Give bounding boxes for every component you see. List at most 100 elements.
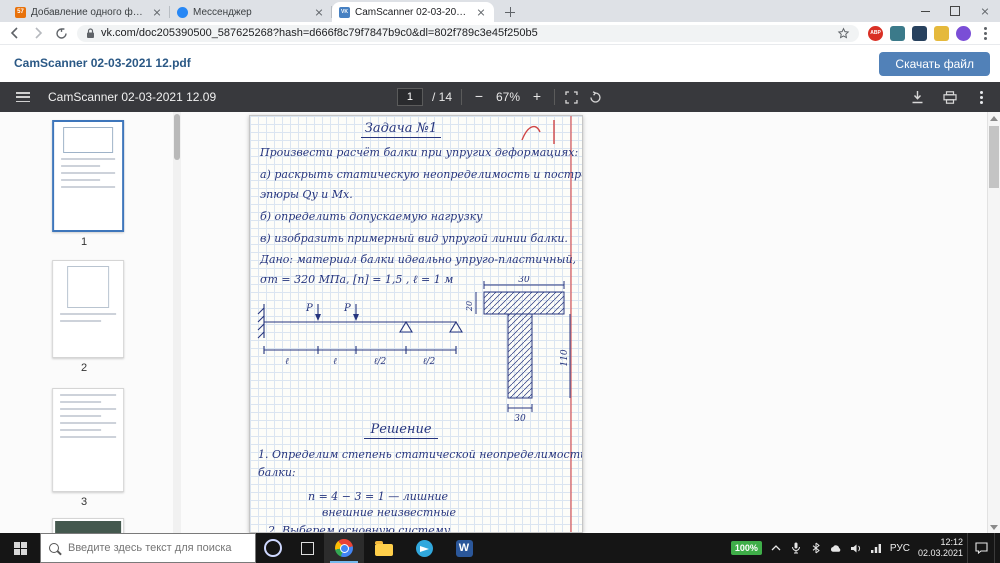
scroll-down-icon[interactable] bbox=[988, 521, 1000, 533]
language-indicator[interactable]: РУС bbox=[890, 543, 910, 554]
thumbnail-number: 2 bbox=[0, 362, 168, 374]
window-minimize-button[interactable] bbox=[910, 0, 940, 22]
cortana-icon bbox=[264, 539, 282, 557]
volume-icon[interactable] bbox=[850, 542, 862, 554]
svg-text:P: P bbox=[343, 303, 351, 314]
hand-line: Произвести расчёт балки при упругих дефо… bbox=[260, 146, 578, 159]
screen: 57 Добавление одного файла » С… Мессендж… bbox=[0, 0, 1000, 563]
tab1-close-icon[interactable] bbox=[151, 6, 163, 18]
taskbar-explorer[interactable] bbox=[364, 533, 404, 563]
browser-menu-icon[interactable] bbox=[978, 26, 992, 40]
svg-text:20: 20 bbox=[465, 301, 474, 312]
taskbar-telegram[interactable] bbox=[404, 533, 444, 563]
pdf-title: CamScanner 02-03-2021 12.09 bbox=[48, 90, 216, 104]
forward-icon[interactable] bbox=[31, 26, 45, 40]
page-scrollbar[interactable] bbox=[987, 112, 1000, 533]
cortana-button[interactable] bbox=[256, 533, 290, 563]
download-icon[interactable] bbox=[910, 90, 925, 105]
pdf-more-icon[interactable] bbox=[974, 90, 988, 104]
tab3-close-icon[interactable] bbox=[475, 6, 487, 18]
tab2-close-icon[interactable] bbox=[313, 6, 325, 18]
reload-icon[interactable] bbox=[54, 26, 68, 40]
tab-camscanner-pdf[interactable]: VK CamScanner 02-03-2021 12.pdf bbox=[332, 2, 494, 22]
pdf-toolbar: CamScanner 02-03-2021 12.09 1 / 14 − 67%… bbox=[0, 82, 1000, 112]
hand-line: в) изобразить примерный вид упругой лини… bbox=[260, 232, 568, 245]
thumbnail-page-1[interactable] bbox=[52, 120, 124, 232]
battery-percent-badge[interactable]: 100% bbox=[731, 541, 762, 555]
hand-line: n = 4 − 3 = 1 — лишние bbox=[308, 490, 448, 503]
doc-title: Задача №1 bbox=[250, 121, 552, 136]
clock-time: 12:12 bbox=[940, 537, 963, 548]
bookmark-star-icon[interactable] bbox=[837, 27, 850, 40]
url-field[interactable]: vk.com/doc205390500_587625268?hash=d666f… bbox=[77, 25, 859, 42]
tab3-favicon: VK bbox=[339, 7, 350, 18]
zoom-in-button[interactable]: + bbox=[529, 89, 545, 105]
tab1-label: Добавление одного файла » С… bbox=[31, 7, 146, 18]
network-icon[interactable] bbox=[870, 542, 882, 554]
hidden-icons-chevron[interactable] bbox=[770, 542, 782, 554]
sidebar-scrollbar[interactable] bbox=[173, 112, 181, 533]
onedrive-cloud-icon[interactable] bbox=[830, 542, 842, 554]
taskbar-word[interactable] bbox=[444, 533, 484, 563]
extension-icon[interactable] bbox=[934, 26, 949, 41]
hand-line: внешние неизвестные bbox=[322, 506, 456, 519]
action-center-button[interactable] bbox=[967, 533, 994, 563]
pdf-content-area: 1 2 3 Задача №1 Произвести расчёт балки … bbox=[0, 112, 1000, 533]
tab1-favicon: 57 bbox=[15, 7, 26, 18]
show-desktop-button[interactable] bbox=[994, 533, 1000, 563]
doc-title-link[interactable]: CamScanner 02-03-2021 12.pdf bbox=[14, 56, 191, 70]
microphone-icon[interactable] bbox=[790, 542, 802, 554]
hand-line: σт = 320 МПа, [n] = 1,5 , ℓ = 1 м bbox=[260, 273, 453, 286]
tab2-favicon bbox=[177, 7, 188, 18]
thumbnail-number: 1 bbox=[0, 236, 168, 248]
fit-page-icon[interactable] bbox=[564, 90, 579, 105]
print-icon[interactable] bbox=[942, 90, 957, 105]
thumbnail-number: 3 bbox=[0, 496, 168, 508]
svg-text:ℓ/2: ℓ/2 bbox=[374, 357, 387, 367]
hand-line: 1. Определим степень статической неопред… bbox=[258, 448, 583, 461]
hand-line: Дано: материал балки идеально упруго-пла… bbox=[260, 253, 576, 266]
notification-icon bbox=[975, 542, 988, 554]
hand-line: балки: bbox=[258, 466, 296, 479]
extension-icons: ABP bbox=[868, 26, 992, 41]
svg-text:ℓ: ℓ bbox=[333, 357, 337, 367]
zoom-out-button[interactable]: − bbox=[471, 89, 487, 105]
thumbnail-page-2[interactable] bbox=[52, 260, 124, 358]
thumbnail-sidebar: 1 2 3 bbox=[0, 112, 181, 533]
profile-avatar[interactable] bbox=[956, 26, 971, 41]
window-close-button[interactable] bbox=[970, 0, 1000, 22]
taskbar-search[interactable] bbox=[40, 533, 256, 563]
windows-taskbar: 100% РУС 12:12 02.03.2021 bbox=[0, 533, 1000, 563]
extension-icon[interactable] bbox=[890, 26, 905, 41]
thumbnail-page-3[interactable] bbox=[52, 388, 124, 492]
system-tray: 100% РУС 12:12 02.03.2021 bbox=[727, 533, 967, 563]
tab3-label: CamScanner 02-03-2021 12.pdf bbox=[355, 7, 470, 18]
pdf-page-controls: 1 / 14 − 67% + bbox=[397, 82, 603, 112]
search-input[interactable] bbox=[66, 541, 247, 555]
scrollbar-thumb[interactable] bbox=[989, 126, 999, 188]
page-number-input[interactable]: 1 bbox=[397, 88, 423, 106]
tab-upload-file[interactable]: 57 Добавление одного файла » С… bbox=[8, 2, 170, 22]
pdf-action-buttons bbox=[910, 82, 988, 112]
tab-messenger[interactable]: Мессенджер bbox=[170, 2, 332, 22]
start-button[interactable] bbox=[0, 533, 40, 563]
search-icon bbox=[49, 543, 59, 553]
beam-diagram: P P ℓ ℓ ℓ/2 ℓ/2 bbox=[256, 298, 471, 376]
svg-text:110: 110 bbox=[560, 349, 570, 366]
task-view-button[interactable] bbox=[290, 533, 324, 563]
menu-hamburger-icon[interactable] bbox=[16, 92, 30, 102]
back-icon[interactable] bbox=[8, 26, 22, 40]
download-file-button[interactable]: Скачать файл bbox=[879, 52, 990, 76]
taskbar-clock[interactable]: 12:12 02.03.2021 bbox=[918, 537, 963, 559]
bluetooth-icon[interactable] bbox=[810, 542, 822, 554]
url-text: vk.com/doc205390500_587625268?hash=d666f… bbox=[101, 27, 831, 39]
taskbar-chrome[interactable] bbox=[324, 533, 364, 563]
thumbnail-page-4[interactable] bbox=[52, 518, 124, 533]
adblock-icon[interactable]: ABP bbox=[868, 26, 883, 41]
svg-text:ℓ/2: ℓ/2 bbox=[423, 357, 436, 367]
window-maximize-button[interactable] bbox=[940, 0, 970, 22]
rotate-icon[interactable] bbox=[588, 90, 603, 105]
new-tab-button[interactable] bbox=[500, 2, 520, 22]
scroll-up-icon[interactable] bbox=[988, 112, 1000, 124]
extension-icon[interactable] bbox=[912, 26, 927, 41]
